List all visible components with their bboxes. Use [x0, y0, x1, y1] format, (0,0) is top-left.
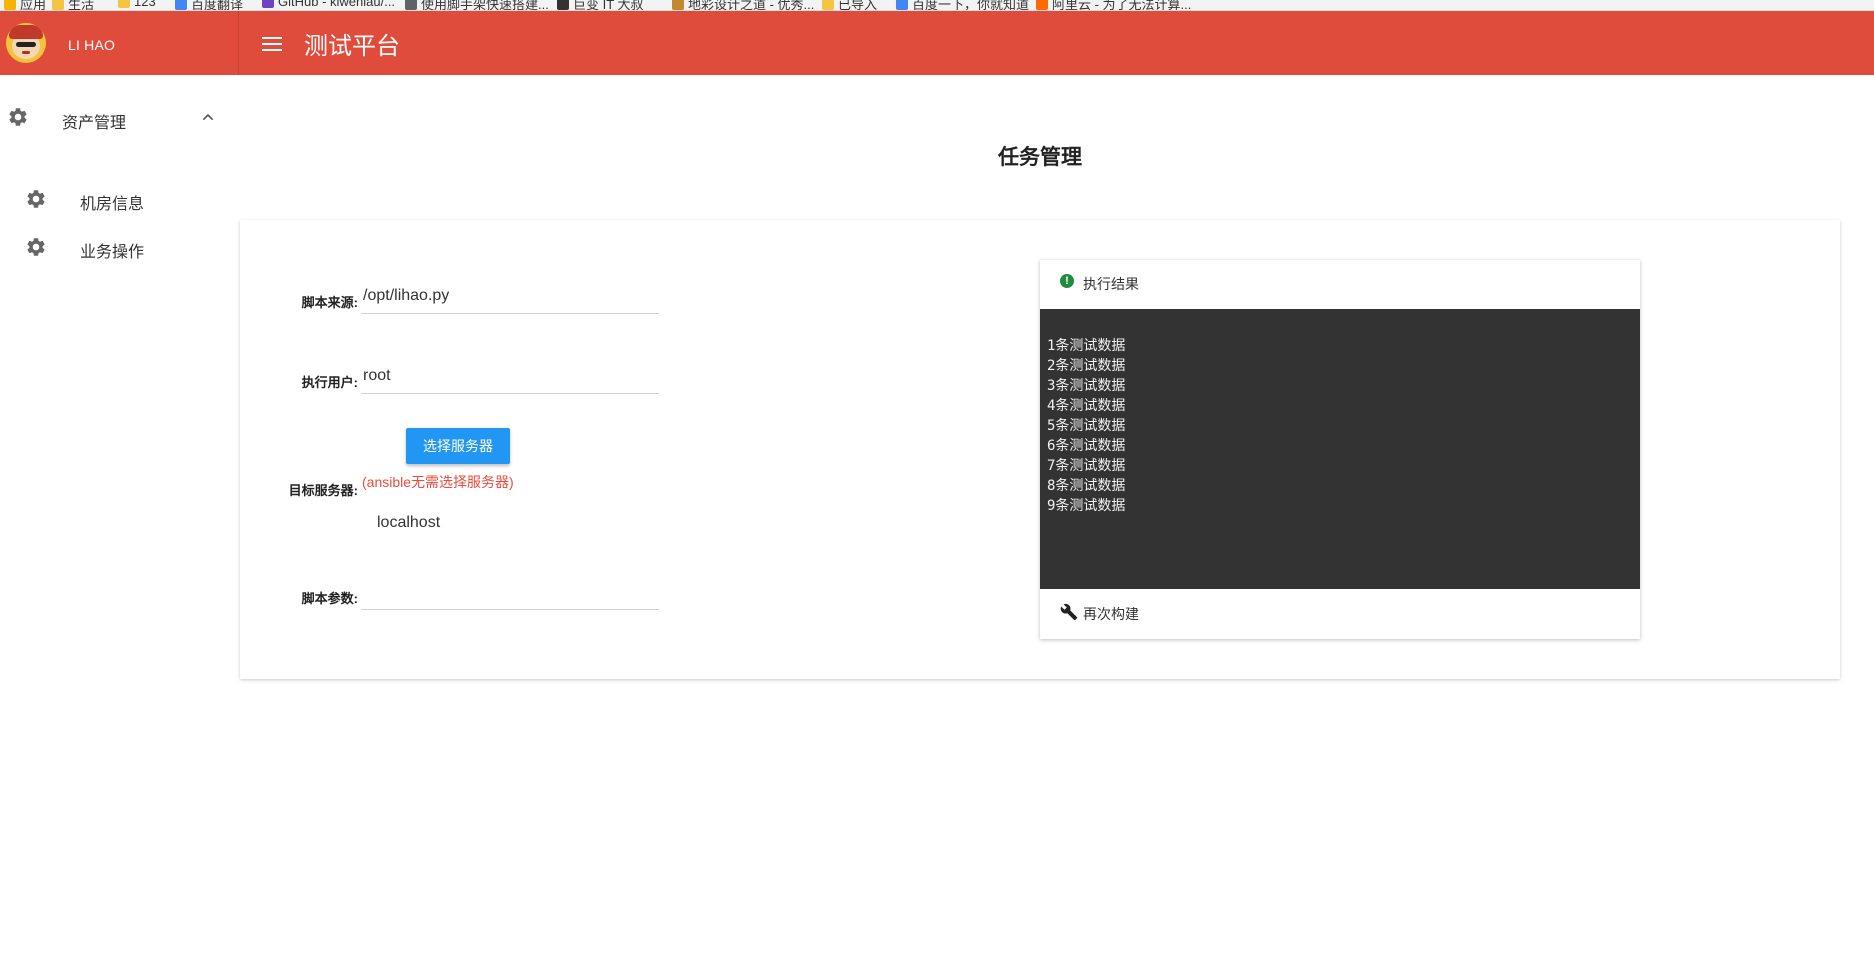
- chevron-up-icon: [202, 113, 214, 121]
- selected-server: localhost: [377, 514, 441, 531]
- console-line: 9条测试数据: [1047, 498, 1126, 514]
- script-params-label: 脚本参数:: [301, 591, 358, 606]
- console-line: 4条测试数据: [1047, 398, 1126, 414]
- bookmark-icon: [405, 0, 417, 10]
- result-console: 1条测试数据 2条测试数据 3条测试数据 4条测试数据 5条测试数据 6条测试数据 7条测试…: [1040, 309, 1640, 589]
- rebuild-button[interactable]: 再次构建: [1040, 589, 1640, 639]
- bookmark-item[interactable]: 地彩设计之道 - 优秀...: [672, 0, 815, 11]
- console-line: 6条测试数据: [1047, 438, 1126, 454]
- console-line: 2条测试数据: [1047, 358, 1126, 374]
- username: LI HAO: [68, 37, 116, 53]
- select-server-button[interactable]: 选择服务器: [406, 428, 510, 464]
- result-header: ! 执行结果: [1040, 260, 1640, 309]
- gear-icon: [27, 238, 45, 256]
- bookmark-item[interactable]: 应用: [4, 0, 47, 11]
- bookmark-item[interactable]: GitHub - kiwenlau/...: [262, 0, 395, 9]
- bookmark-icon: [557, 0, 569, 10]
- bookmark-label: 已导入: [838, 0, 878, 11]
- bookmark-icon: [118, 0, 130, 8]
- bookmark-label: 阿里云 - 为了无法计算...: [1052, 0, 1192, 11]
- task-form-card: 脚本来源: 执行用户: 选择服务器 目标服务器: (ansible无需选择服务器…: [240, 220, 1840, 679]
- bookmark-label: 应用: [20, 0, 47, 11]
- target-server-label: 目标服务器:: [288, 483, 358, 498]
- result-title: 执行结果: [1083, 276, 1139, 292]
- bookmarks-bar: 应用 生活 123 百度翻译 GitHub - kiwenlau/... 使用脚手架快速搭…: [0, 0, 1874, 11]
- sidebar-group-label: 资产管理: [62, 115, 127, 132]
- menu-icon[interactable]: [262, 32, 282, 54]
- sidebar-item-label: 业务操作: [80, 244, 145, 261]
- bookmark-icon: [52, 0, 64, 10]
- info-icon: !: [1060, 274, 1074, 288]
- script-params-field[interactable]: [361, 580, 659, 610]
- bookmark-label: 使用脚手架快速搭建...: [421, 0, 549, 11]
- bookmark-label: 百度一下，你就知道: [912, 0, 1030, 11]
- console-line: 3条测试数据: [1047, 378, 1126, 394]
- app-title: 测试平台: [304, 33, 400, 60]
- bookmark-label: 巨变 IT 大叔: [573, 0, 644, 11]
- bookmark-item[interactable]: 巨变 IT 大叔: [557, 0, 644, 11]
- top-app-bar: LI HAO 测试平台: [0, 11, 1874, 75]
- bookmark-icon: [1036, 0, 1048, 10]
- rebuild-label: 再次构建: [1083, 606, 1139, 622]
- script-source-field[interactable]: [361, 284, 659, 314]
- bookmark-label: 123: [134, 0, 156, 9]
- bookmark-item[interactable]: 使用脚手架快速搭建...: [405, 0, 549, 11]
- bookmark-icon: [822, 0, 834, 10]
- exec-user-label: 执行用户:: [301, 375, 358, 390]
- bookmark-item[interactable]: 123: [118, 0, 156, 9]
- console-line: 8条测试数据: [1047, 478, 1126, 494]
- bookmark-item[interactable]: 生活: [52, 0, 95, 11]
- bookmark-icon: [175, 0, 187, 10]
- sidebar-group-asset-management[interactable]: 资产管理: [0, 89, 239, 145]
- user-brand: LI HAO: [0, 11, 239, 75]
- sidebar-item-datacenter-info[interactable]: 机房信息: [0, 175, 239, 223]
- exec-user-field[interactable]: [361, 364, 659, 394]
- bookmark-label: 地彩设计之道 - 优秀...: [688, 0, 815, 11]
- bookmark-icon: [896, 0, 908, 10]
- console-line: 1条测试数据: [1047, 338, 1126, 354]
- gear-icon: [27, 190, 45, 208]
- bookmark-item[interactable]: 已导入: [822, 0, 878, 11]
- result-panel: ! 执行结果 1条测试数据 2条测试数据 3条测试数据 4条测试数据 5条测试数据 6条测…: [1040, 260, 1640, 639]
- sidebar-item-label: 机房信息: [80, 196, 145, 213]
- bookmark-label: 生活: [68, 0, 95, 11]
- bookmark-icon: [672, 0, 684, 10]
- page-title: 任务管理: [998, 146, 1082, 169]
- console-line: 7条测试数据: [1047, 458, 1126, 474]
- console-line: 5条测试数据: [1047, 418, 1126, 434]
- wrench-icon: [1060, 603, 1078, 621]
- bookmark-label: 百度翻译: [191, 0, 244, 11]
- sidebar: 资产管理 机房信息 业务操作: [0, 75, 239, 958]
- ansible-hint: (ansible无需选择服务器): [362, 474, 514, 490]
- sidebar-item-business-ops[interactable]: 业务操作: [0, 223, 239, 271]
- bookmark-label: GitHub - kiwenlau/...: [278, 0, 396, 9]
- bookmark-item[interactable]: 百度一下，你就知道: [896, 0, 1030, 11]
- bookmark-item[interactable]: 阿里云 - 为了无法计算...: [1036, 0, 1192, 11]
- bookmark-item[interactable]: 百度翻译: [175, 0, 244, 11]
- bookmark-icon: [262, 0, 274, 8]
- avatar[interactable]: [6, 23, 46, 63]
- script-source-label: 脚本来源:: [301, 295, 358, 310]
- bookmark-icon: [4, 0, 16, 10]
- gear-icon: [9, 108, 27, 126]
